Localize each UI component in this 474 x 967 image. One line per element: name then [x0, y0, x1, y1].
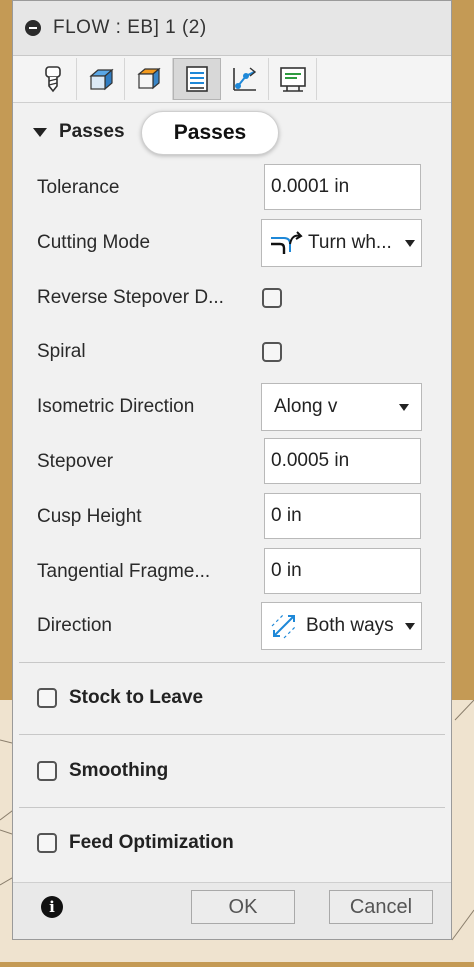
dropdown-arrow-icon [405, 622, 415, 630]
direction-select[interactable]: Both ways [261, 602, 422, 650]
collapse-icon[interactable] [25, 20, 41, 36]
spiral-row: Spiral [37, 328, 437, 376]
geometry-icon [88, 68, 114, 91]
stepover-input[interactable]: 0.0005 in [264, 438, 421, 484]
spiral-checkbox[interactable] [262, 342, 282, 362]
dialog-footer: i OK Cancel [13, 882, 451, 939]
divider [19, 807, 445, 808]
tolerance-row: Tolerance 0.0001 in [37, 164, 437, 212]
direction-row: Direction Both ways [37, 602, 437, 650]
direction-label: Direction [37, 615, 112, 636]
isometric-direction-select[interactable]: Along v [261, 383, 422, 431]
tangential-fragment-label: Tangential Fragme... [37, 561, 211, 582]
both-ways-icon [271, 613, 297, 639]
tab-linking[interactable] [221, 58, 269, 100]
cutting-mode-row: Cutting Mode Turn wh... [37, 219, 437, 267]
tab-tool[interactable] [29, 58, 77, 100]
info-icon[interactable]: i [41, 896, 63, 918]
divider [19, 734, 445, 735]
feed-optimization-checkbox[interactable] [37, 833, 57, 853]
section-title: Passes [59, 121, 125, 142]
dropdown-arrow-icon [405, 239, 415, 247]
flow-dialog: FLOW : EB] 1 (2) Passes Passes Tolerance… [12, 0, 452, 940]
stock-to-leave-checkbox[interactable] [37, 688, 57, 708]
passes-section-header[interactable]: Passes [33, 121, 125, 143]
smoothing-checkbox[interactable] [37, 761, 57, 781]
tolerance-input[interactable]: 0.0001 in [264, 164, 421, 210]
cutting-mode-select[interactable]: Turn wh... [261, 219, 422, 267]
smoothing-label: Smoothing [69, 760, 169, 781]
cusp-height-label: Cusp Height [37, 506, 142, 527]
ok-button[interactable]: OK [191, 890, 295, 924]
passes-icon [186, 66, 208, 92]
heights-icon [136, 67, 161, 90]
tool-icon [44, 66, 61, 93]
spiral-label: Spiral [37, 341, 86, 362]
feed-optimization-group[interactable]: Feed Optimization [37, 828, 234, 858]
stepover-label: Stepover [37, 451, 114, 472]
dialog-title: FLOW : EB] 1 (2) [53, 17, 207, 38]
cutting-mode-label: Cutting Mode [37, 232, 151, 253]
stock-to-leave-group[interactable]: Stock to Leave [37, 683, 203, 713]
stock-to-leave-label: Stock to Leave [69, 687, 204, 708]
tangential-fragment-input[interactable]: 0 in [264, 548, 421, 594]
tolerance-label: Tolerance [37, 177, 120, 198]
title-bar[interactable]: FLOW : EB] 1 (2) [13, 1, 451, 56]
direction-value: Both ways [306, 615, 394, 636]
post-process-icon [279, 67, 306, 92]
expand-triangle-icon [33, 127, 47, 137]
reverse-stepover-label: Reverse Stepover D... [37, 287, 224, 308]
cutting-mode-value: Turn wh... [308, 232, 392, 253]
turn-mode-icon [271, 231, 303, 254]
tab-toolbar [13, 56, 451, 103]
stepover-row: Stepover 0.0005 in [37, 438, 437, 486]
cusp-height-input[interactable]: 0 in [264, 493, 421, 539]
cancel-button[interactable]: Cancel [329, 890, 433, 924]
cusp-height-row: Cusp Height 0 in [37, 493, 437, 541]
divider [19, 662, 445, 663]
reverse-stepover-row: Reverse Stepover D... [37, 274, 437, 322]
isometric-direction-value: Along v [274, 396, 338, 417]
tangential-fragment-row: Tangential Fragme... 0 in [37, 548, 437, 596]
feed-optimization-label: Feed Optimization [69, 832, 234, 853]
tooltip: Passes [141, 111, 279, 155]
tab-geometry[interactable] [77, 58, 125, 100]
reverse-stepover-checkbox[interactable] [262, 288, 282, 308]
smoothing-group[interactable]: Smoothing [37, 756, 168, 786]
isometric-direction-label: Isometric Direction [37, 396, 195, 417]
isometric-direction-row: Isometric Direction Along v [37, 383, 437, 431]
tab-passes[interactable] [173, 58, 221, 100]
dropdown-arrow-icon [399, 403, 409, 411]
tab-post-process[interactable] [269, 58, 317, 100]
tab-heights[interactable] [125, 58, 173, 100]
linking-icon [232, 67, 256, 91]
